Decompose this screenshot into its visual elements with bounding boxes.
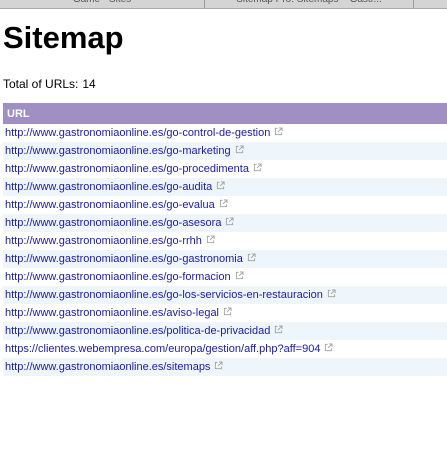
- url-cell: http://www.gastronomiaonline.es/go-los-s…: [3, 286, 447, 304]
- url-cell: https://clientes.webempresa.com/europa/g…: [3, 340, 447, 358]
- table-row: http://www.gastronomiaonline.es/go-gastr…: [3, 250, 447, 268]
- url-cell: http://www.gastronomiaonline.es/sitemaps: [3, 358, 447, 376]
- url-link[interactable]: http://www.gastronomiaonline.es/sitemaps: [5, 361, 210, 373]
- table-row: http://www.gastronomiaonline.es/go-aseso…: [3, 214, 447, 232]
- url-cell: http://www.gastronomiaonline.es/go-aseso…: [3, 214, 447, 232]
- url-link[interactable]: http://www.gastronomiaonline.es/go-los-s…: [5, 289, 323, 301]
- table-row: http://www.gastronomiaonline.es/go-evalu…: [3, 196, 447, 214]
- external-link-icon[interactable]: [235, 271, 244, 280]
- url-link[interactable]: http://www.gastronomiaonline.es/go-evalu…: [5, 199, 215, 211]
- external-link-icon[interactable]: [253, 163, 262, 172]
- url-link[interactable]: http://www.gastronomiaonline.es/go-audit…: [5, 181, 212, 193]
- url-column-header: URL: [3, 103, 447, 124]
- url-link[interactable]: http://www.gastronomiaonline.es/go-forma…: [5, 271, 231, 283]
- sitemap-table: URL http://www.gastronomiaonline.es/go-c…: [3, 103, 447, 376]
- table-body: http://www.gastronomiaonline.es/go-contr…: [3, 124, 447, 376]
- url-link[interactable]: http://www.gastronomiaonline.es/go-aseso…: [5, 217, 221, 229]
- url-cell: http://www.gastronomiaonline.es/aviso-le…: [3, 304, 447, 322]
- table-row: http://www.gastronomiaonline.es/go-proce…: [3, 160, 447, 178]
- browser-tab[interactable]: Game - Sites: [0, 0, 205, 8]
- table-row: http://www.gastronomiaonline.es/go-forma…: [3, 268, 447, 286]
- url-cell: http://www.gastronomiaonline.es/go-forma…: [3, 268, 447, 286]
- url-cell: http://www.gastronomiaonline.es/go-rrhh: [3, 232, 447, 250]
- external-link-icon[interactable]: [274, 127, 283, 136]
- external-link-icon[interactable]: [235, 145, 244, 154]
- total-urls: Total of URLs: 14: [3, 77, 96, 91]
- external-link-icon[interactable]: [223, 307, 232, 316]
- total-urls-count: 14: [82, 77, 96, 91]
- url-link[interactable]: http://www.gastronomiaonline.es/politica…: [5, 325, 270, 337]
- url-link[interactable]: http://www.gastronomiaonline.es/go-proce…: [5, 163, 249, 175]
- external-link-icon[interactable]: [274, 325, 283, 334]
- url-link[interactable]: http://www.gastronomiaonline.es/aviso-le…: [5, 307, 219, 319]
- page-title: Sitemap: [3, 20, 124, 55]
- browser-tab[interactable]: Sitemap Pro: Sitemaps – Gastr...: [205, 0, 414, 8]
- url-cell: http://www.gastronomiaonline.es/go-marke…: [3, 142, 447, 160]
- table-row: http://www.gastronomiaonline.es/go-marke…: [3, 142, 447, 160]
- browser-tab[interactable]: [414, 0, 447, 8]
- table-row: http://www.gastronomiaonline.es/go-audit…: [3, 178, 447, 196]
- url-cell: http://www.gastronomiaonline.es/go-evalu…: [3, 196, 447, 214]
- url-cell: http://www.gastronomiaonline.es/go-contr…: [3, 124, 447, 142]
- external-link-icon[interactable]: [247, 253, 256, 262]
- url-cell: http://www.gastronomiaonline.es/go-proce…: [3, 160, 447, 178]
- table-row: http://www.gastronomiaonline.es/politica…: [3, 322, 447, 340]
- table-row: http://www.gastronomiaonline.es/go-contr…: [3, 124, 447, 142]
- url-cell: http://www.gastronomiaonline.es/politica…: [3, 322, 447, 340]
- external-link-icon[interactable]: [225, 217, 235, 226]
- table-header-row: URL: [3, 103, 447, 124]
- total-urls-label: Total of URLs:: [3, 77, 79, 91]
- table-row: http://www.gastronomiaonline.es/go-rrhh: [3, 232, 447, 250]
- url-link[interactable]: http://www.gastronomiaonline.es/go-gastr…: [5, 253, 243, 265]
- table-row: http://www.gastronomiaonline.es/aviso-le…: [3, 304, 447, 322]
- url-link[interactable]: http://www.gastronomiaonline.es/go-rrhh: [5, 235, 202, 247]
- external-link-icon[interactable]: [214, 361, 223, 370]
- external-link-icon[interactable]: [324, 343, 334, 352]
- external-link-icon[interactable]: [327, 289, 336, 298]
- url-cell: http://www.gastronomiaonline.es/go-audit…: [3, 178, 447, 196]
- url-link[interactable]: http://www.gastronomiaonline.es/go-marke…: [5, 145, 231, 157]
- browser-tab-bar: Game - Sites Sitemap Pro: Sitemaps – Gas…: [0, 0, 447, 9]
- table-row: https://clientes.webempresa.com/europa/g…: [3, 340, 447, 358]
- url-link[interactable]: http://www.gastronomiaonline.es/go-contr…: [5, 127, 270, 139]
- external-link-icon[interactable]: [216, 181, 225, 190]
- table-row: http://www.gastronomiaonline.es/sitemaps: [3, 358, 447, 376]
- external-link-icon[interactable]: [206, 235, 215, 244]
- external-link-icon[interactable]: [219, 199, 228, 208]
- url-link[interactable]: https://clientes.webempresa.com/europa/g…: [5, 343, 320, 355]
- table-row: http://www.gastronomiaonline.es/go-los-s…: [3, 286, 447, 304]
- url-cell: http://www.gastronomiaonline.es/go-gastr…: [3, 250, 447, 268]
